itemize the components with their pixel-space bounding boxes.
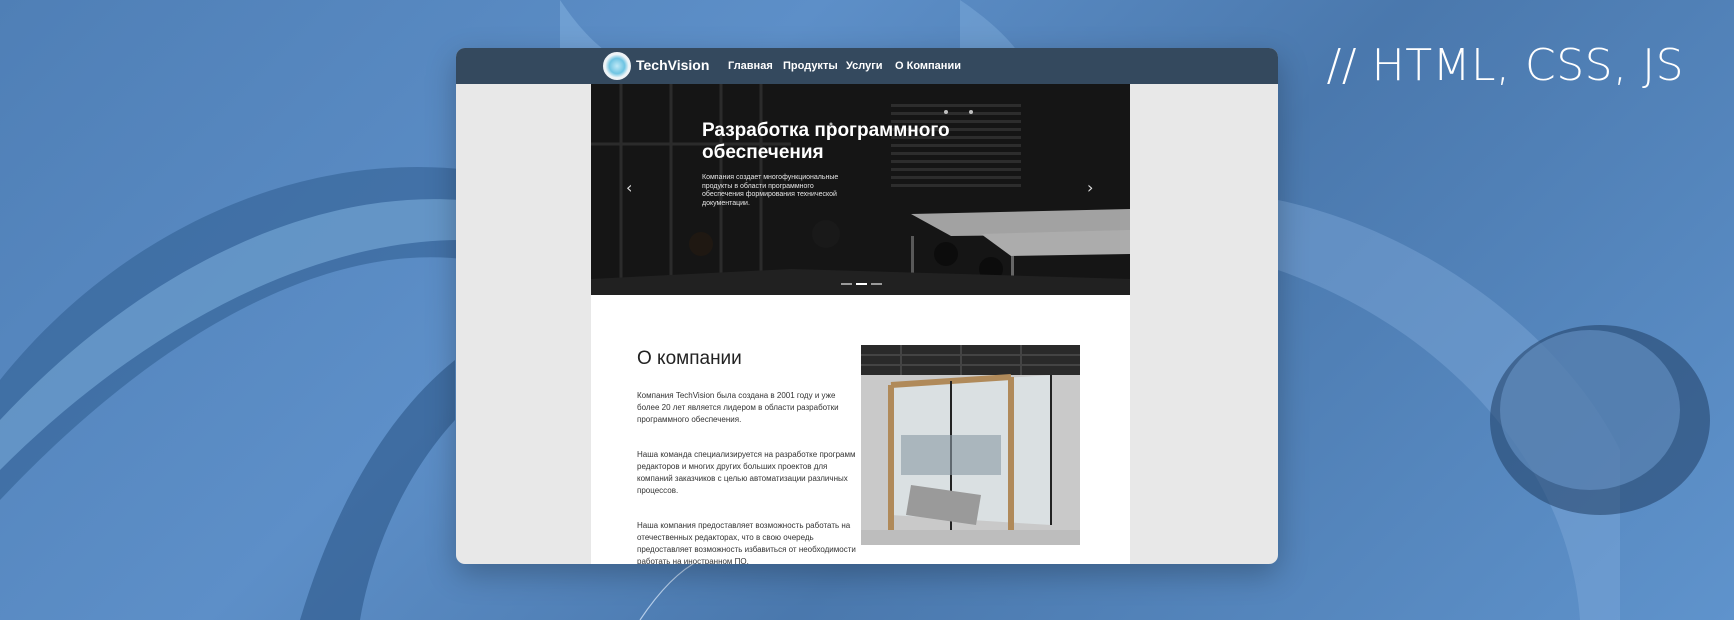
slider-dot[interactable]	[841, 283, 852, 285]
slider-dots	[841, 283, 882, 285]
hero-office-image	[591, 84, 1130, 295]
chevron-left-icon[interactable]: ‹	[626, 178, 632, 197]
website-preview: TechVision Главная Продукты Услуги О Ком…	[456, 48, 1278, 564]
slider-dot[interactable]	[871, 283, 882, 285]
brand-name[interactable]: TechVision	[636, 57, 709, 73]
slider-dot-active[interactable]	[856, 283, 867, 285]
about-paragraph: Наша компания предоставляет возможность …	[637, 521, 856, 564]
nav-link-products[interactable]: Продукты	[783, 60, 838, 72]
about-paragraph: Наша команда специализируется на разрабо…	[637, 450, 856, 495]
hero-description: Компания создает многофункциональные про…	[702, 174, 839, 207]
about-paragraph: Компания TechVision была создана в 2001 …	[637, 391, 839, 424]
site-navbar: TechVision Главная Продукты Услуги О Ком…	[456, 48, 1278, 84]
hero-slider: Разработка программного обеспечения Комп…	[591, 84, 1130, 295]
office-photo	[861, 345, 1080, 545]
brand-logo-icon[interactable]	[603, 52, 631, 80]
chevron-right-icon[interactable]: ›	[1087, 178, 1093, 197]
about-section: О компании Компания TechVision была созд…	[591, 295, 1130, 564]
hero-title: Разработка программного обеспечения	[702, 120, 950, 163]
nav-link-about[interactable]: О Компании	[895, 60, 961, 72]
nav-link-home[interactable]: Главная	[728, 60, 773, 72]
about-title: О компании	[637, 348, 742, 369]
corner-label: // HTML, CSS, JS	[1326, 40, 1684, 91]
nav-link-services[interactable]: Услуги	[846, 60, 883, 72]
